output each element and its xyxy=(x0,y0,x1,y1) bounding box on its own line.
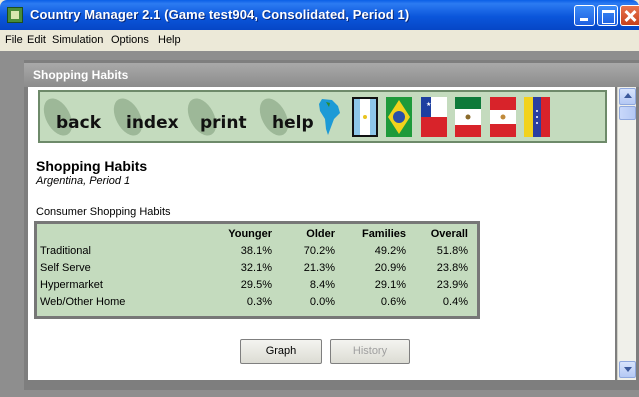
maximize-button[interactable] xyxy=(597,5,618,26)
column-header-older: Older xyxy=(306,228,335,240)
south-america-map-icon[interactable] xyxy=(316,97,342,137)
title-bar[interactable]: Country Manager 2.1 (Game test904, Conso… xyxy=(0,0,639,30)
table-cell: 0.6% xyxy=(380,296,406,308)
table-cell: 8.4% xyxy=(309,279,335,291)
vertical-scrollbar[interactable] xyxy=(617,87,636,380)
svg-text:★: ★ xyxy=(426,101,431,108)
table-cell: 29.1% xyxy=(374,279,406,291)
back-label: back xyxy=(56,113,102,133)
table-cell: 0.4% xyxy=(442,296,468,308)
row-label-self-serve: Self Serve xyxy=(40,262,91,274)
menu-file[interactable]: File xyxy=(5,34,23,46)
page-heading: Shopping Habits xyxy=(36,158,148,174)
table-cell: 70.2% xyxy=(303,245,335,257)
column-header-overall: Overall xyxy=(430,228,468,240)
page-subheading: Argentina, Period 1 xyxy=(36,175,131,187)
index-label: index xyxy=(126,113,179,133)
app-icon xyxy=(7,7,23,23)
help-label: help xyxy=(272,113,314,133)
history-button[interactable]: History xyxy=(330,339,410,364)
graph-button[interactable]: Graph xyxy=(240,339,322,364)
argentina-flag-icon[interactable] xyxy=(352,97,378,137)
child-window-titlebar[interactable]: Shopping Habits xyxy=(24,63,639,87)
close-button[interactable] xyxy=(620,5,639,26)
table-cell: 32.1% xyxy=(240,262,272,274)
row-label-traditional: Traditional xyxy=(40,245,91,257)
row-label-hypermarket: Hypermarket xyxy=(40,279,103,291)
index-button[interactable]: index xyxy=(108,93,186,141)
menu-bar: File Edit Simulation Options Help xyxy=(0,30,639,51)
menu-help[interactable]: Help xyxy=(158,34,181,46)
table-cell: 23.9% xyxy=(436,279,468,291)
menu-edit[interactable]: Edit xyxy=(27,34,46,46)
mexico-flag-icon[interactable] xyxy=(455,97,481,137)
help-button[interactable]: help xyxy=(254,93,318,141)
table-cell: 20.9% xyxy=(374,262,406,274)
table-cell: 51.8% xyxy=(436,245,468,257)
venezuela-flag-icon[interactable] xyxy=(524,97,550,137)
section-label: Consumer Shopping Habits xyxy=(36,206,171,218)
table-cell: 23.8% xyxy=(436,262,468,274)
table-cell: 0.3% xyxy=(246,296,272,308)
scroll-thumb[interactable] xyxy=(619,106,636,120)
peru-flag-icon[interactable] xyxy=(490,97,516,137)
brazil-flag-icon[interactable] xyxy=(386,97,412,137)
menu-simulation[interactable]: Simulation xyxy=(52,34,103,46)
window-title: Country Manager 2.1 (Game test904, Conso… xyxy=(30,7,410,22)
print-button[interactable]: print xyxy=(182,93,256,141)
table-cell: 0.0% xyxy=(309,296,335,308)
table-cell: 29.5% xyxy=(240,279,272,291)
print-label: print xyxy=(200,113,247,133)
row-label-web-other-home: Web/Other Home xyxy=(40,296,126,308)
scroll-down-button[interactable] xyxy=(619,361,636,378)
table-cell: 21.3% xyxy=(303,262,335,274)
scroll-up-button[interactable] xyxy=(619,88,636,105)
column-header-younger: Younger xyxy=(228,228,272,240)
table-cell: 49.2% xyxy=(374,245,406,257)
child-window-title: Shopping Habits xyxy=(33,68,129,82)
table-cell: 38.1% xyxy=(240,245,272,257)
app-window: Country Manager 2.1 (Game test904, Conso… xyxy=(0,0,639,397)
menu-options[interactable]: Options xyxy=(111,34,149,46)
back-button[interactable]: back xyxy=(38,93,112,141)
minimize-button[interactable] xyxy=(574,5,595,26)
chile-flag-icon[interactable]: ★ xyxy=(421,97,447,137)
column-header-families: Families xyxy=(361,228,406,240)
